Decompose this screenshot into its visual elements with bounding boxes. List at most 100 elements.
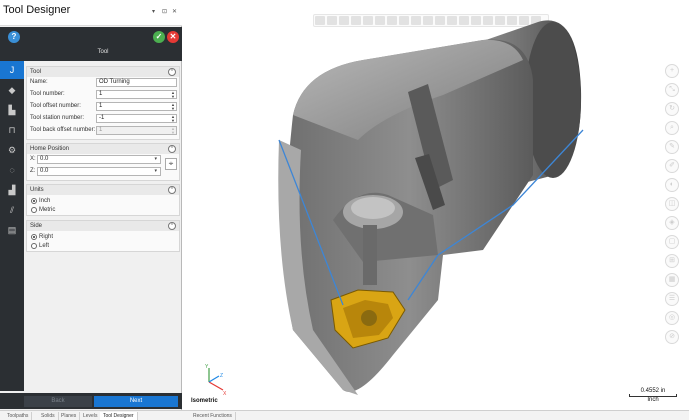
- dropdown-icon[interactable]: ▾: [154, 168, 157, 175]
- units-inch-label: Inch: [39, 198, 51, 204]
- dashed-circle-icon[interactable]: ◌: [0, 161, 24, 179]
- section-icon[interactable]: ◫: [665, 197, 679, 211]
- side-right-radio[interactable]: Right: [27, 233, 179, 242]
- name-field[interactable]: OD Turning: [96, 78, 177, 87]
- tool-number-label: Tool number:: [30, 91, 65, 97]
- close-icon[interactable]: ✕: [172, 8, 177, 15]
- tool-station-row: Tool station number: -1 ▲ ▼: [27, 113, 179, 125]
- home-position-title: Home Position: [30, 146, 70, 152]
- triad-x-label: X: [223, 391, 227, 396]
- tool-back-offset-row: Tool back offset number: 1 ▲ ▼: [27, 125, 179, 137]
- tool-group-title: Tool: [30, 69, 42, 75]
- shank-end-face: [525, 22, 581, 178]
- view-icon[interactable]: ◎: [665, 311, 679, 325]
- axis-triad: Y X Z: [205, 364, 227, 396]
- z-label: Z:: [30, 168, 36, 174]
- graphics-viewport[interactable]: + ⤡ ↻ ⌕ ✎ ✐ ◐ ◫ ◈ ▢ ⊞ ▦ ☰ ◎ ⊘ Y X Z Isom…: [183, 0, 689, 410]
- units-metric-label: Metric: [39, 207, 56, 213]
- view-label: Isometric: [191, 398, 218, 404]
- scale-bar: 0.4552 in Inch: [629, 388, 677, 407]
- panel-content: Tool ⌃ Name: OD Turning Tool number: 1 ▲ ▼…: [26, 63, 180, 390]
- ok-button[interactable]: ✓: [153, 31, 165, 43]
- clamp-screw: [363, 225, 377, 285]
- panel-header: ? ✓ ✕ Tool: [0, 27, 182, 61]
- select-point-icon[interactable]: ⌖: [165, 158, 177, 170]
- rotate-icon[interactable]: ↻: [665, 102, 679, 116]
- tool-station-value: -1: [99, 115, 105, 121]
- collapse-icon[interactable]: ⌃: [168, 145, 176, 153]
- collapse-icon[interactable]: ⌃: [168, 222, 176, 230]
- edit-icon[interactable]: ✐: [665, 159, 679, 173]
- tab-planes[interactable]: Planes: [58, 412, 81, 420]
- section-title: Tool: [97, 49, 109, 55]
- tool-station-field[interactable]: -1 ▲ ▼: [96, 114, 177, 123]
- side-title: Side: [30, 223, 43, 229]
- shade-icon[interactable]: ◈: [665, 216, 679, 230]
- holder-icon[interactable]: ▙: [0, 101, 24, 119]
- home-x-value: 0.0: [40, 156, 49, 162]
- grid-icon[interactable]: ▦: [665, 273, 679, 287]
- home-position-header[interactable]: Home Position ⌃: [27, 144, 179, 154]
- tab-tool-designer[interactable]: Tool Designer: [100, 412, 138, 420]
- spinner-icon[interactable]: ▲ ▼: [171, 103, 175, 111]
- dropdown-icon[interactable]: ▾: [154, 156, 157, 163]
- collapse-icon[interactable]: ⌃: [168, 186, 176, 194]
- float-icon[interactable]: ⊡: [162, 8, 167, 15]
- triad-y-label: Y: [205, 364, 209, 370]
- tool-offset-row: Tool offset number: 1 ▲ ▼: [27, 101, 179, 113]
- name-label: Name:: [30, 79, 48, 85]
- home-x-field[interactable]: 0.0 ▾: [37, 155, 161, 164]
- units-inch-radio[interactable]: Inch: [27, 197, 179, 206]
- layers-icon[interactable]: ☰: [665, 292, 679, 306]
- zoom-in-icon[interactable]: +: [665, 64, 679, 78]
- tool-number-field[interactable]: 1 ▲ ▼: [96, 90, 177, 99]
- tool-model[interactable]: [183, 0, 689, 410]
- cancel-button[interactable]: ✕: [167, 31, 179, 43]
- tab-levels[interactable]: Levels: [80, 412, 102, 420]
- tool-number-value: 1: [99, 91, 103, 97]
- side-header[interactable]: Side ⌃: [27, 221, 179, 231]
- side-left-radio[interactable]: Left: [27, 242, 179, 251]
- tool-station-label: Tool station number:: [30, 115, 85, 121]
- measure-icon[interactable]: ✎: [665, 140, 679, 154]
- side-right-label: Right: [39, 234, 54, 240]
- home-x-row: X: 0.0 ▾: [27, 154, 179, 166]
- panel-title: Tool Designer: [3, 4, 71, 16]
- tool-designer-panel: Tool Designer ▾ ⊡ ✕ ? ✓ ✕ Tool J ◆ ▙ ⊓ ⚙…: [0, 0, 182, 410]
- radio-icon: [31, 207, 37, 213]
- tab-recent-functions[interactable]: Recent Functions: [190, 412, 236, 420]
- fit-icon[interactable]: ⊞: [665, 254, 679, 268]
- page-rail: J ◆ ▙ ⊓ ⚙ ◌ ▟ ⫽ ▤: [0, 61, 24, 391]
- collapse-icon[interactable]: ⌃: [168, 68, 176, 76]
- chart-icon[interactable]: ⫽: [0, 201, 24, 219]
- dropdown-icon[interactable]: ▾: [152, 8, 155, 15]
- reset-icon[interactable]: ⊘: [665, 330, 679, 344]
- tab-solids[interactable]: Solids: [38, 412, 59, 420]
- box-icon[interactable]: ▢: [665, 235, 679, 249]
- settings-icon[interactable]: ⚙: [0, 141, 24, 159]
- side-left-label: Left: [39, 243, 50, 249]
- back-button[interactable]: Back: [24, 396, 92, 407]
- units-metric-radio[interactable]: Metric: [27, 206, 179, 215]
- home-z-field[interactable]: 0.0 ▾: [37, 167, 161, 176]
- units-header[interactable]: Units ⌃: [27, 185, 179, 195]
- tool-offset-field[interactable]: 1 ▲ ▼: [96, 102, 177, 111]
- next-button[interactable]: Next: [94, 396, 178, 407]
- tool-group-header[interactable]: Tool ⌃: [27, 67, 179, 77]
- manager-tabs: Toolpaths Solids Planes Levels Tool Desi…: [0, 410, 689, 420]
- pan-icon[interactable]: ⤡: [665, 83, 679, 97]
- assembly-icon[interactable]: ⊓: [0, 121, 24, 139]
- report-icon[interactable]: ▤: [0, 221, 24, 239]
- machine-icon[interactable]: ▟: [0, 181, 24, 199]
- side-group: Side ⌃ Right Left: [26, 220, 180, 252]
- tool-back-offset-label: Tool back offset number:: [30, 127, 96, 133]
- tool-group: Tool ⌃ Name: OD Turning Tool number: 1 ▲ ▼…: [26, 66, 180, 140]
- spinner-icon[interactable]: ▲ ▼: [171, 115, 175, 123]
- spinner-icon[interactable]: ▲ ▼: [171, 91, 175, 99]
- zoom-window-icon[interactable]: ⌕: [665, 121, 679, 135]
- insert-icon[interactable]: ◆: [0, 81, 24, 99]
- hide-icon[interactable]: ◐: [665, 178, 679, 192]
- tab-toolpaths[interactable]: Toolpaths: [4, 412, 33, 420]
- tool-j-icon[interactable]: J: [0, 61, 24, 79]
- help-icon[interactable]: ?: [8, 31, 20, 43]
